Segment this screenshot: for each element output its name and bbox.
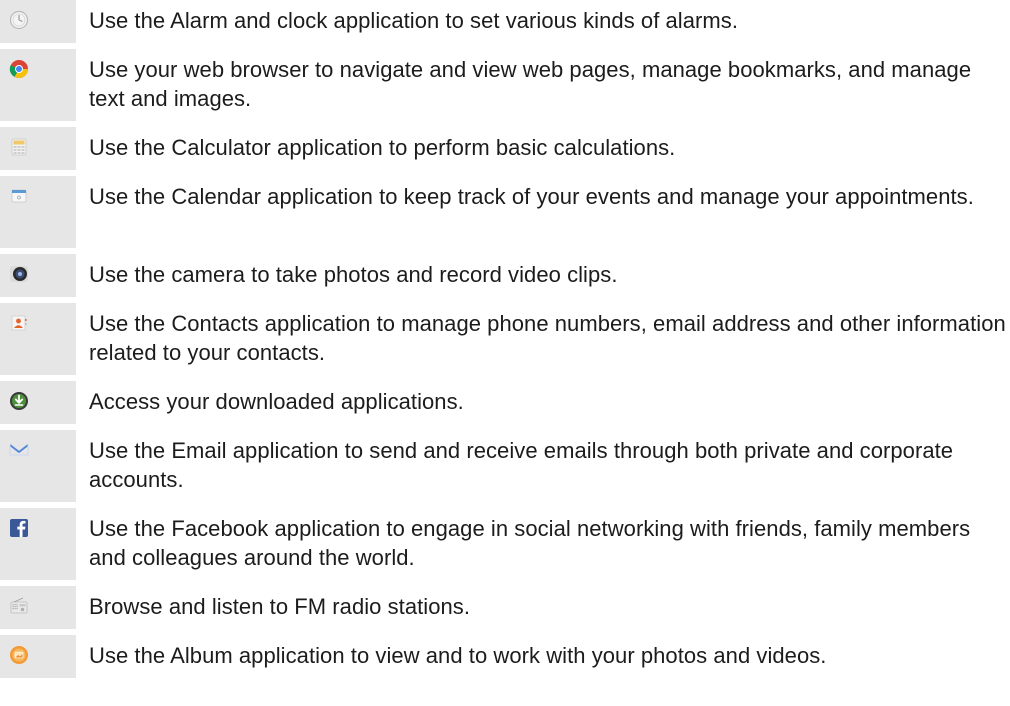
app-description: Browse and listen to FM radio stations. (89, 594, 471, 619)
calculator-icon (9, 137, 29, 157)
icon-cell (0, 635, 76, 678)
app-description: Use the Album application to view and to… (89, 643, 827, 668)
list-item: Use the Alarm and clock application to s… (0, 0, 1010, 43)
icon-cell (0, 254, 76, 297)
icon-cell (0, 176, 76, 248)
list-item: Access your downloaded applications. (0, 381, 1010, 424)
album-icon (9, 645, 29, 665)
list-item: Use the Calculator application to perfor… (0, 127, 1010, 170)
browser-icon (9, 59, 29, 79)
list-item: Use the Email application to send and re… (0, 430, 1010, 502)
icon-cell (0, 303, 76, 375)
app-list: Use the Alarm and clock application to s… (0, 0, 1010, 684)
calendar-icon (9, 186, 29, 206)
icon-cell (0, 127, 76, 170)
list-item: Browse and listen to FM radio stations. (0, 586, 1010, 629)
icon-cell (0, 586, 76, 629)
facebook-icon (9, 518, 29, 538)
app-description: Use the camera to take photos and record… (89, 262, 618, 287)
app-description: Use the Calculator application to perfor… (89, 135, 676, 160)
app-description: Use the Calendar application to keep tra… (89, 184, 974, 209)
list-item: Use your web browser to navigate and vie… (0, 49, 1010, 121)
icon-cell (0, 508, 76, 580)
app-description: Use the Alarm and clock application to s… (89, 8, 738, 33)
list-item: Use the Calendar application to keep tra… (0, 176, 1010, 248)
list-item: Use the Facebook application to engage i… (0, 508, 1010, 580)
icon-cell (0, 49, 76, 121)
app-description: Access your downloaded applications. (89, 389, 464, 414)
icon-cell (0, 430, 76, 502)
email-icon (9, 440, 29, 460)
app-description: Use the Email application to send and re… (89, 438, 954, 492)
camera-icon (9, 264, 29, 284)
alarm-clock-icon (9, 10, 29, 30)
app-description: Use your web browser to navigate and vie… (89, 57, 972, 111)
fm-radio-icon (9, 596, 29, 616)
icon-cell (0, 0, 76, 43)
list-item: Use the Album application to view and to… (0, 635, 1010, 678)
list-item: Use the camera to take photos and record… (0, 254, 1010, 297)
list-item: Use the Contacts application to manage p… (0, 303, 1010, 375)
app-description: Use the Facebook application to engage i… (89, 516, 971, 570)
app-description: Use the Contacts application to manage p… (89, 311, 1006, 365)
downloads-icon (9, 391, 29, 411)
icon-cell (0, 381, 76, 424)
contacts-icon (9, 313, 29, 333)
